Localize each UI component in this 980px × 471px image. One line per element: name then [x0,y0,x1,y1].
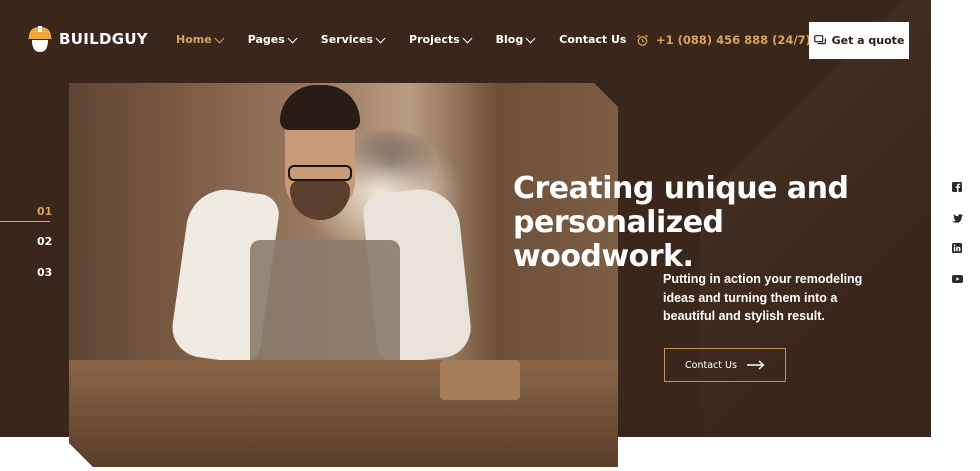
active-slide-indicator [0,221,50,222]
facebook-icon[interactable] [951,181,963,193]
contact-label: Contact Us [685,359,737,371]
nav-label: Blog [495,33,524,46]
subtext-line: beautiful and stylish result. [663,309,825,323]
youtube-icon[interactable] [951,273,963,285]
main-nav: Home Pages Services Projects Blog Contac… [176,33,651,46]
alarm-bell-icon [637,34,648,46]
hero-headline: Creating unique and personalized woodwor… [513,172,883,274]
chevron-down-icon [375,33,386,43]
hero-image-workbench [69,360,618,467]
nav-label: Services [320,33,374,46]
subtext-line: Putting in action your remodeling [663,272,863,286]
quote-label: Get a quote [831,34,905,47]
headline-line: personalized woodwork. [513,205,724,274]
chevron-down-icon [214,33,225,43]
nav-item-contact[interactable]: Contact Us [559,33,626,46]
brand-logo[interactable]: BUILDGUY [27,25,148,53]
chevron-down-icon [287,33,298,43]
chevron-down-icon [525,33,536,43]
nav-item-projects[interactable]: Projects [409,33,473,46]
subtext-line: ideas and turning them into a [663,290,838,305]
chevron-down-icon [462,33,473,43]
nav-label: Pages [247,33,285,46]
headline-line: Creating unique and [513,171,849,206]
nav-label: Contact Us [559,33,627,46]
arrow-right-icon [746,360,765,370]
slide-number-1[interactable]: 01 [37,205,52,218]
helmet-icon [28,26,52,52]
contact-us-button[interactable]: Contact Us [664,348,786,382]
chat-icon [813,35,826,45]
hero-image-detail [440,360,520,400]
twitter-icon[interactable] [951,212,963,224]
get-a-quote-button[interactable]: Get a quote [809,22,909,59]
header-phone[interactable]: +1 (088) 456 888 (24/7) [636,33,811,47]
hero-image-detail [288,165,352,181]
linkedin-icon[interactable] [951,242,963,254]
nav-label: Projects [409,33,460,46]
phone-number: +1 (088) 456 888 (24/7) [656,33,811,47]
slide-number-3[interactable]: 03 [37,266,52,279]
brand-name: BUILDGUY [59,30,148,48]
nav-label: Home [176,33,212,46]
nav-item-home[interactable]: Home [176,33,225,46]
nav-item-blog[interactable]: Blog [495,33,536,46]
nav-item-services[interactable]: Services [320,33,386,46]
slide-number-2[interactable]: 02 [37,235,52,248]
hero-subtext: Putting in action your remodeling ideas … [663,270,863,326]
nav-item-pages[interactable]: Pages [247,33,298,46]
